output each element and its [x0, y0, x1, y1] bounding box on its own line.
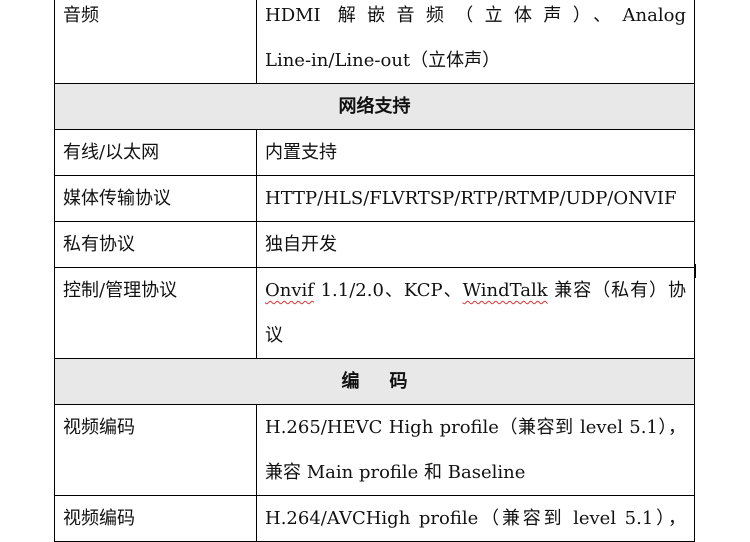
section-title: 编码 — [341, 371, 438, 392]
text-segment: 兼容（私有）协 — [547, 280, 686, 301]
table-row-media-protocol: 媒体传输协议 HTTP/HLS/FLVRTSP/RTP/RTMP/UDP/ONV… — [54, 175, 695, 222]
row-label: 视频编码 — [54, 404, 257, 496]
row-value: HDMI 解嵌音频（立体声）、Analog Line-in/Line-out（立… — [256, 0, 695, 84]
row-value: HTTP/HLS/FLVRTSP/RTP/RTMP/UDP/ONVIF — [256, 175, 695, 222]
table-row-private-protocol: 私有协议 独自开发 — [54, 221, 695, 268]
spec-document: 音频 HDMI 解嵌音频（立体声）、Analog Line-in/Line-ou… — [54, 0, 695, 542]
text-cursor-mark — [694, 264, 696, 278]
row-label: 音频 — [54, 0, 257, 84]
row-label: 控制/管理协议 — [54, 267, 257, 359]
spec-table: 音频 HDMI 解嵌音频（立体声）、Analog Line-in/Line-ou… — [54, 0, 695, 542]
row-label: 媒体传输协议 — [54, 175, 257, 222]
row-value-line: Line-in/Line-out（立体声） — [265, 50, 501, 71]
section-row-network: 网络支持 — [54, 83, 695, 130]
row-value: H.265/HEVC High profile（兼容到 level 5.1）， … — [256, 404, 695, 496]
text-segment: 1.1/2.0、KCP、 — [313, 280, 463, 301]
table-row-video-h265: 视频编码 H.265/HEVC High profile（兼容到 level 5… — [54, 404, 695, 496]
row-value: 独自开发 — [256, 221, 695, 268]
row-value-line: H.264/AVCHigh profile（兼容到 level 5.1）， — [265, 508, 686, 529]
row-value-line: 议 — [265, 325, 283, 346]
row-value-line: HDMI 解嵌音频（立体声）、Analog — [265, 5, 686, 26]
table-row-video-h264: 视频编码 H.264/AVCHigh profile（兼容到 level 5.1… — [54, 495, 695, 542]
row-value: Onvif 1.1/2.0、KCP、WindTalk 兼容（私有）协 议 — [256, 267, 695, 359]
row-label: 有线/以太网 — [54, 129, 257, 176]
spellcheck-word: WindTalk — [462, 280, 548, 301]
row-value: 内置支持 — [256, 129, 695, 176]
row-value-line: Onvif 1.1/2.0、KCP、WindTalk 兼容（私有）协 — [265, 269, 686, 314]
section-title: 网络支持 — [54, 83, 695, 130]
row-label: 视频编码 — [54, 495, 257, 542]
table-row-audio: 音频 HDMI 解嵌音频（立体声）、Analog Line-in/Line-ou… — [54, 0, 695, 84]
spellcheck-word: Onvif — [265, 280, 314, 301]
table-row-control-protocol: 控制/管理协议 Onvif 1.1/2.0、KCP、WindTalk 兼容（私有… — [54, 267, 695, 359]
row-label: 私有协议 — [54, 221, 257, 268]
table-row-ethernet: 有线/以太网 内置支持 — [54, 129, 695, 176]
section-cell: 编码 — [54, 358, 695, 405]
row-value: H.264/AVCHigh profile（兼容到 level 5.1）， — [256, 495, 695, 542]
section-row-encoding: 编码 — [54, 358, 695, 405]
row-value-line: 兼容 Main profile 和 Baseline — [265, 462, 526, 483]
row-value-line: H.265/HEVC High profile（兼容到 level 5.1）， — [265, 417, 686, 438]
